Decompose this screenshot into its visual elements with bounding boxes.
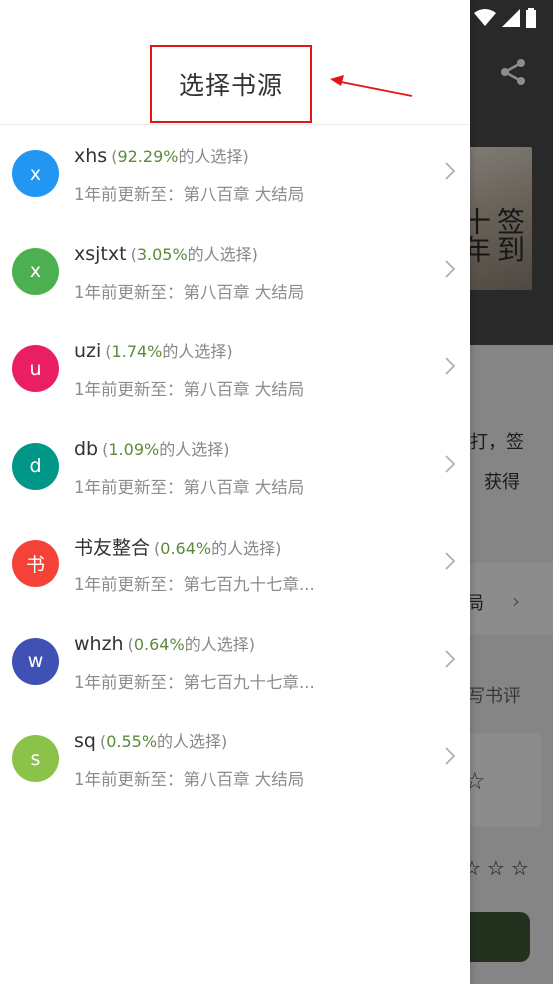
percent-suffix: 的人选择) <box>178 147 249 166</box>
source-title-line: db (1.09%的人选择) <box>74 436 229 460</box>
chevron-right-icon <box>445 552 456 570</box>
percent-value: 0.64% <box>133 634 185 654</box>
source-title-line: xhs (92.29%的人选择) <box>74 143 249 167</box>
source-percent: (3.05%的人选择) <box>130 244 258 264</box>
percent-value: 0.55% <box>106 732 158 751</box>
source-name: xsjtxt <box>74 242 127 265</box>
percent-suffix: 的人选择) <box>187 244 258 264</box>
percent-value: 3.05% <box>136 244 188 264</box>
source-update-info: 1年前更新至：第七百九十七章... <box>74 575 315 594</box>
source-item-sq[interactable]: s sq (0.55%的人选择) 1年前更新至：第八百章 大结局 <box>0 710 470 808</box>
percent-value: 1.74% <box>111 342 163 361</box>
chevron-right-icon <box>445 454 456 473</box>
signal-icon <box>502 9 520 27</box>
source-name: sq <box>74 730 96 752</box>
source-percent: (0.64%的人选择) <box>127 634 255 654</box>
chevron-right-icon <box>445 357 456 375</box>
source-avatar: x <box>12 247 59 295</box>
source-avatar: x <box>12 150 59 197</box>
percent-value: 0.64% <box>160 539 212 558</box>
source-update-info: 1年前更新至：第八百章 大结局 <box>74 770 305 789</box>
source-update-info: 1年前更新至：第八百章 大结局 <box>74 282 305 302</box>
chevron-right-icon <box>445 747 456 765</box>
source-item-uzi[interactable]: u uzi (1.74%的人选择) 1年前更新至：第八百章 大结局 <box>0 320 470 418</box>
source-item-xhs[interactable]: x xhs (92.29%的人选择) 1年前更新至：第八百章 大结局 <box>0 125 470 223</box>
source-avatar: u <box>12 345 59 392</box>
source-title-line: xsjtxt (3.05%的人选择) <box>74 241 258 265</box>
source-percent: (92.29%的人选择) <box>111 147 249 166</box>
percent-suffix: 的人选择) <box>184 634 255 654</box>
source-name: db <box>74 437 99 460</box>
source-update-info: 1年前更新至：第八百章 大结局 <box>74 185 305 204</box>
source-percent: (1.74%的人选择) <box>105 342 233 361</box>
source-percent: (0.55%的人选择) <box>99 732 228 751</box>
source-update-info: 1年前更新至：第七百九十七章... <box>74 672 315 692</box>
source-item-whzh[interactable]: w whzh (0.64%的人选择) 1年前更新至：第七百九十七章... <box>0 613 470 711</box>
source-avatar: w <box>12 637 59 685</box>
source-title-line: sq (0.55%的人选择) <box>74 728 227 752</box>
percent-suffix: 的人选择) <box>162 342 233 361</box>
source-name: uzi <box>74 340 102 362</box>
source-update-info: 1年前更新至：第八百章 大结局 <box>74 477 305 497</box>
drawer-header: 选择书源 <box>0 0 470 125</box>
source-percent: (0.64%的人选择) <box>154 539 282 558</box>
source-update-info: 1年前更新至：第八百章 大结局 <box>74 380 305 399</box>
percent-suffix: 的人选择) <box>211 539 282 558</box>
chevron-right-icon <box>445 259 456 278</box>
percent-value: 92.29% <box>117 147 179 166</box>
percent-suffix: 的人选择) <box>159 439 230 459</box>
source-title-line: 书友整合 (0.64%的人选择) <box>74 533 281 560</box>
source-selection-drawer: 选择书源 x xhs (92.29%的人选择) 1年前更新至：第八百章 大结局 x… <box>0 0 470 984</box>
chevron-right-icon <box>445 162 456 180</box>
status-bar-icons <box>474 6 536 30</box>
source-item-shuyou[interactable]: 书 书友整合 (0.64%的人选择) 1年前更新至：第七百九十七章... <box>0 515 470 613</box>
percent-value: 1.09% <box>108 439 160 459</box>
source-item-xsjtxt[interactable]: x xsjtxt (3.05%的人选择) 1年前更新至：第八百章 大结局 <box>0 223 470 321</box>
source-title-line: whzh (0.64%的人选择) <box>74 631 255 655</box>
source-avatar: s <box>12 735 59 782</box>
source-name: xhs <box>74 145 108 167</box>
source-item-db[interactable]: d db (1.09%的人选择) 1年前更新至：第八百章 大结局 <box>0 418 470 516</box>
source-name: 书友整合 <box>74 537 151 559</box>
source-title-line: uzi (1.74%的人选择) <box>74 338 233 362</box>
source-list: x xhs (92.29%的人选择) 1年前更新至：第八百章 大结局 x xsjt… <box>0 125 470 808</box>
source-name: whzh <box>74 632 124 655</box>
drawer-title: 选择书源 <box>150 45 312 123</box>
percent-suffix: 的人选择) <box>157 732 228 751</box>
wifi-icon <box>474 9 496 26</box>
battery-icon <box>526 8 536 28</box>
annotation-arrow <box>330 75 413 97</box>
chevron-right-icon <box>445 649 456 668</box>
source-percent: (1.09%的人选择) <box>102 439 230 459</box>
source-avatar: 书 <box>12 540 59 587</box>
source-avatar: d <box>12 442 59 490</box>
